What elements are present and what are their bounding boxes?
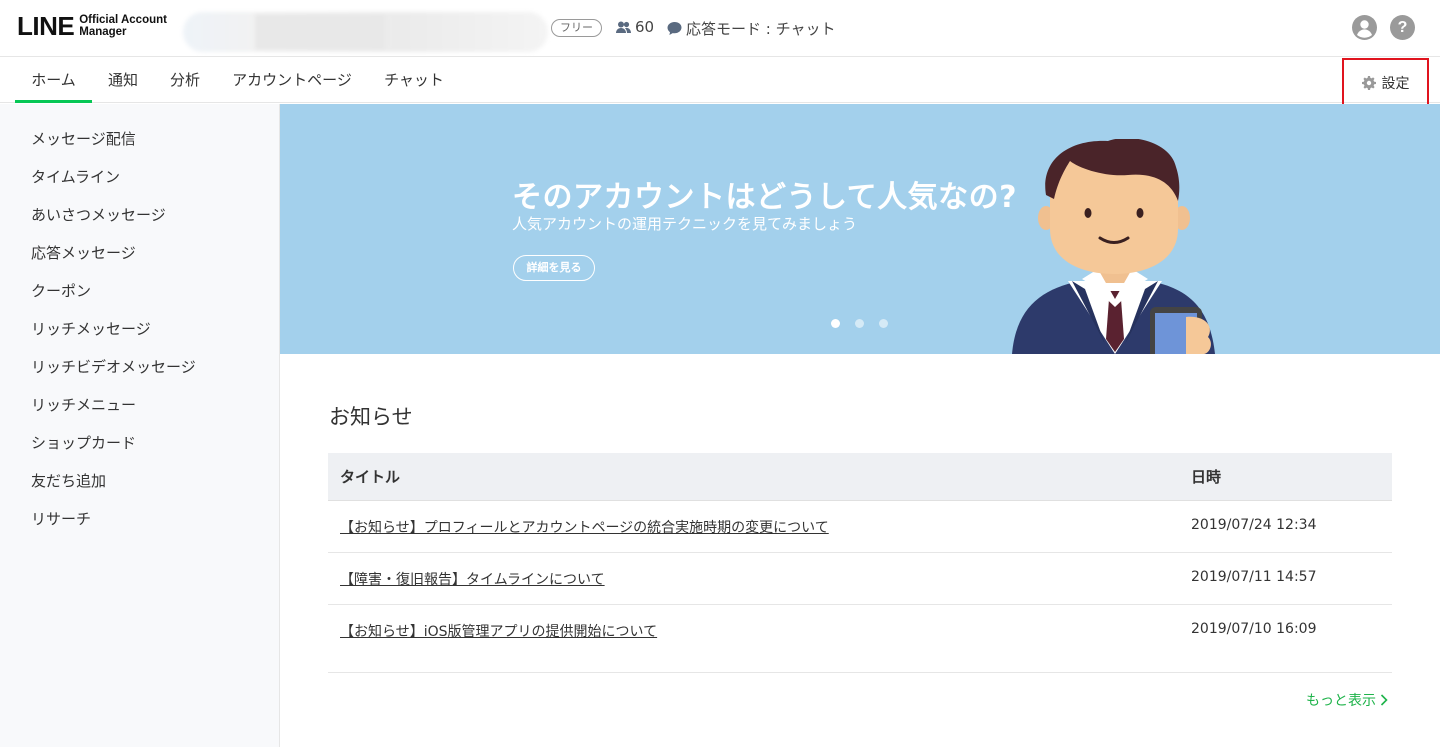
sidebar-item-timeline[interactable]: タイムライン xyxy=(31,167,120,187)
table-row: 【お知らせ】iOS版管理アプリの提供開始について 2019/07/10 16:0… xyxy=(328,605,1392,657)
tab-account-page[interactable]: アカウントページ xyxy=(224,58,360,103)
sidebar-item-rich-menu[interactable]: リッチメニュー xyxy=(31,395,136,415)
sidebar-item-auto-reply[interactable]: 応答メッセージ xyxy=(31,243,136,263)
gear-icon xyxy=(1361,75,1376,90)
main-nav: ホーム 通知 分析 アカウントページ チャット xyxy=(0,58,1440,103)
notices-heading: お知らせ xyxy=(329,405,413,429)
table-row: 【お知らせ】プロフィールとアカウントページの統合実施時期の変更について 2019… xyxy=(328,501,1392,553)
top-header: LINE Official Account Manager フリー 60 応答モ… xyxy=(0,0,1440,57)
sidebar-item-message-delivery[interactable]: メッセージ配信 xyxy=(31,129,136,149)
carousel-dot[interactable] xyxy=(879,319,888,328)
help-icon[interactable]: ? xyxy=(1390,15,1415,40)
logo-subtitle: Official Account Manager xyxy=(79,14,167,38)
table-divider xyxy=(328,672,1392,673)
table-header: タイトル 日時 xyxy=(328,453,1392,501)
notice-link[interactable]: 【障害・復旧報告】タイムラインについて xyxy=(340,569,605,589)
promo-banner[interactable]: そのアカウントはどうして人気なの? 人気アカウントの運用テクニックを見てみましょ… xyxy=(280,104,1440,354)
account-name-redacted[interactable] xyxy=(183,12,548,52)
carousel-dots xyxy=(831,319,888,328)
chevron-right-icon xyxy=(1380,694,1388,706)
tab-analytics[interactable]: 分析 xyxy=(162,58,208,103)
notice-date: 2019/07/11 14:57 xyxy=(1191,569,1317,585)
tab-notifications[interactable]: 通知 xyxy=(100,58,146,103)
response-mode-label: 応答モード : チャット xyxy=(686,20,836,38)
response-mode[interactable]: 応答モード : チャット xyxy=(667,18,835,39)
sidebar-item-research[interactable]: リサーチ xyxy=(31,509,91,529)
sidebar-item-rich-video-message[interactable]: リッチビデオメッセージ xyxy=(31,357,196,377)
table-row: 【障害・復旧報告】タイムラインについて 2019/07/11 14:57 xyxy=(328,553,1392,605)
user-account-icon[interactable] xyxy=(1352,15,1377,40)
column-header-title: タイトル xyxy=(340,468,401,486)
notices-table: タイトル 日時 【お知らせ】プロフィールとアカウントページの統合実施時期の変更に… xyxy=(328,453,1392,657)
tab-chat[interactable]: チャット xyxy=(376,58,452,103)
logo-wordmark: LINE xyxy=(17,11,75,41)
settings-button[interactable]: 設定 xyxy=(1342,58,1429,107)
plan-badge: フリー xyxy=(551,19,602,37)
chat-bubble-icon xyxy=(667,22,682,35)
friends-count: 60 xyxy=(616,18,654,36)
sidebar-item-rich-message[interactable]: リッチメッセージ xyxy=(31,319,151,339)
line-oa-manager-logo[interactable]: LINE Official Account Manager xyxy=(17,13,167,39)
notice-link[interactable]: 【お知らせ】iOS版管理アプリの提供開始について xyxy=(340,621,657,641)
sidebar-item-greeting-message[interactable]: あいさつメッセージ xyxy=(31,205,166,225)
column-header-date: 日時 xyxy=(1191,468,1222,486)
notice-date: 2019/07/10 16:09 xyxy=(1191,621,1317,637)
sidebar: メッセージ配信 タイムライン あいさつメッセージ 応答メッセージ クーポン リッ… xyxy=(0,104,280,747)
sidebar-item-shop-card[interactable]: ショップカード xyxy=(31,433,136,453)
banner-title: そのアカウントはどうして人気なの? xyxy=(512,180,1018,215)
notice-link[interactable]: 【お知らせ】プロフィールとアカウントページの統合実施時期の変更について xyxy=(340,517,829,537)
friends-count-value: 60 xyxy=(635,18,655,36)
show-more-label: もっと表示 xyxy=(1306,693,1376,709)
tab-home[interactable]: ホーム xyxy=(15,58,92,103)
banner-subtitle: 人気アカウントの運用テクニックを見てみましょう xyxy=(512,215,858,233)
friends-icon xyxy=(616,21,631,33)
settings-label: 設定 xyxy=(1381,75,1410,92)
banner-details-button[interactable]: 詳細を見る xyxy=(513,255,595,281)
show-more-link[interactable]: もっと表示 xyxy=(1306,690,1388,710)
carousel-dot[interactable] xyxy=(831,319,840,328)
notice-date: 2019/07/24 12:34 xyxy=(1191,517,1317,533)
sidebar-item-add-friends[interactable]: 友だち追加 xyxy=(31,471,106,491)
businessman-illustration xyxy=(1012,139,1215,354)
carousel-dot[interactable] xyxy=(855,319,864,328)
sidebar-item-coupon[interactable]: クーポン xyxy=(31,281,91,301)
